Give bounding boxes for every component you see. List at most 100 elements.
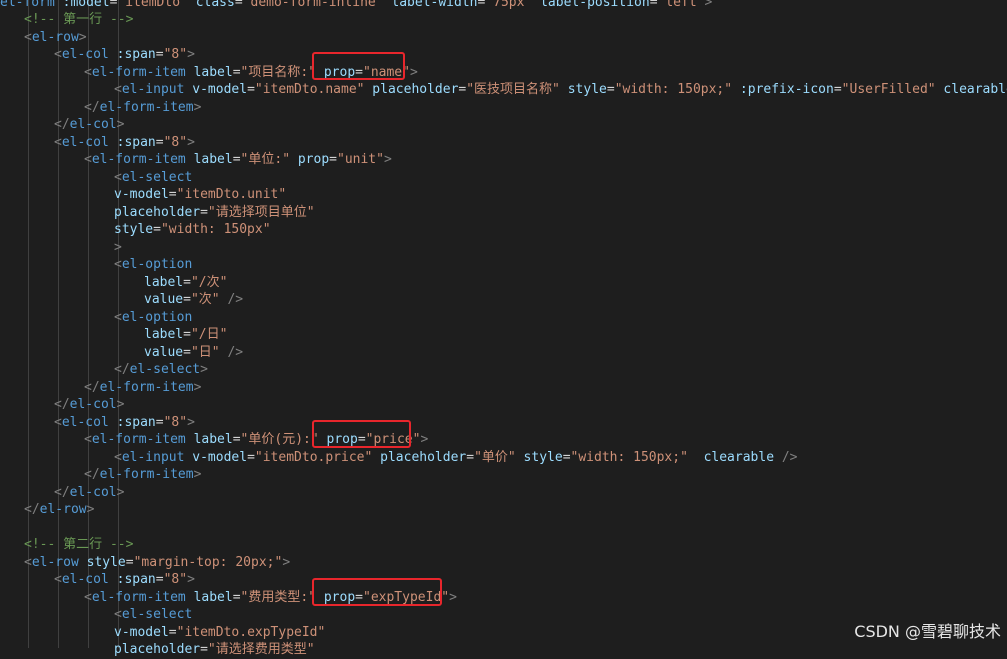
code-token: = <box>466 449 475 465</box>
code-token: < <box>54 47 62 62</box>
code-line[interactable]: </el-form-item> <box>84 99 201 117</box>
code-token: label <box>185 64 233 80</box>
code-token: < <box>114 82 122 97</box>
code-token: > <box>200 362 208 377</box>
code-token: "/次" <box>190 274 228 290</box>
code-line[interactable]: <!-- 第一行 --> <box>24 11 133 29</box>
code-line[interactable]: > <box>114 239 122 257</box>
code-token: < <box>54 134 62 150</box>
code-line[interactable]: <!-- 第二行 --> <box>24 536 133 554</box>
code-line[interactable]: <el-col :span="8"> <box>54 46 195 64</box>
code-token: < <box>54 572 62 587</box>
code-line[interactable]: <el-option <box>114 256 192 274</box>
code-token: "8" <box>163 47 188 62</box>
code-token: el-select <box>121 607 193 622</box>
code-line[interactable]: <el-select <box>114 169 192 187</box>
code-token: > <box>116 397 125 412</box>
code-token: "itemDto.expTypeId" <box>176 624 326 640</box>
code-token: "demo-form-inline" <box>242 0 384 10</box>
code-token: > <box>449 589 457 605</box>
code-token: > <box>116 484 125 500</box>
highlight-box-prop-price <box>312 420 411 448</box>
code-line[interactable]: label="/次" <box>144 274 227 292</box>
code-token: "单价(元):" <box>240 432 319 447</box>
code-token: < <box>114 607 122 622</box>
code-line[interactable]: </el-row> <box>24 501 94 519</box>
code-line[interactable]: <el-form-item label="单位:" prop="unit"> <box>84 151 392 169</box>
code-line[interactable]: label="/日" <box>144 326 227 344</box>
code-token: = <box>155 47 164 62</box>
code-token: <!-- 第一行 --> <box>24 12 134 27</box>
code-token: > <box>116 117 125 132</box>
code-line[interactable]: v-model="itemDto.expTypeId" <box>114 624 325 642</box>
code-line[interactable]: placeholder="请选择费用类型" <box>114 641 315 659</box>
code-token: label <box>185 589 233 605</box>
code-line[interactable]: style="width: 150px" <box>114 221 271 239</box>
code-line[interactable]: value="日" /> <box>144 344 243 362</box>
code-line[interactable]: </el-select> <box>114 361 208 379</box>
code-line[interactable]: <el-row> <box>24 29 87 47</box>
code-line[interactable]: value="次" /> <box>144 291 243 309</box>
code-token: = <box>247 449 255 465</box>
code-token: = <box>606 82 615 97</box>
code-token: style <box>515 449 563 465</box>
code-token: = <box>183 327 191 342</box>
code-line[interactable]: <el-option <box>114 309 192 327</box>
code-line[interactable]: <el-col :span="8"> <box>54 414 195 432</box>
code-line[interactable]: <el-input v-model="itemDto.name" placeho… <box>114 81 1007 99</box>
code-token: label <box>144 327 184 342</box>
code-token: placeholder <box>114 642 201 657</box>
code-token: prop <box>290 152 330 167</box>
code-token: = <box>232 589 241 605</box>
code-token: > <box>282 554 291 570</box>
code-line[interactable]: </el-form-item> <box>84 466 201 484</box>
code-token: "itemDto.price" <box>254 449 373 465</box>
code-line[interactable]: <el-row style="margin-top: 20px;"> <box>24 554 290 572</box>
code-token: "itemDto" <box>117 0 188 10</box>
code-line[interactable]: </el-col> <box>54 116 124 134</box>
code-token: /> <box>219 292 244 307</box>
code-token: </ <box>54 484 70 500</box>
code-token: placeholder <box>364 82 459 97</box>
code-token: < <box>84 589 92 605</box>
code-token: = <box>562 449 571 465</box>
code-line[interactable]: </el-col> <box>54 396 124 414</box>
code-token: "8" <box>163 572 188 587</box>
code-token: clearable <box>935 82 1007 97</box>
code-line[interactable]: el-form :model="itemDto" class="demo-for… <box>0 0 712 11</box>
code-token: "请选择项目单位" <box>207 204 315 220</box>
code-token: = <box>125 554 134 570</box>
code-token: > <box>86 502 95 517</box>
code-token: style <box>78 554 126 570</box>
code-token: "itemDto.name" <box>254 82 365 97</box>
code-token: <!-- 第二行 --> <box>24 537 134 552</box>
code-line[interactable]: <el-input v-model="itemDto.price" placeh… <box>114 449 798 467</box>
code-token: "itemDto.unit" <box>176 187 287 202</box>
code-token: > <box>78 29 87 45</box>
code-token: el-select <box>129 362 201 377</box>
code-token: v-model <box>114 624 169 640</box>
code-token: el-row <box>39 502 87 517</box>
code-line[interactable]: <el-select <box>114 606 192 624</box>
highlight-box-prop-name <box>312 52 405 80</box>
code-token: = <box>234 0 243 10</box>
code-token: </ <box>84 99 100 115</box>
code-line[interactable]: </el-form-item> <box>84 379 201 397</box>
code-line[interactable]: </el-col> <box>54 484 124 502</box>
code-token: :span <box>108 134 156 150</box>
code-line[interactable]: v-model="itemDto.unit" <box>114 186 286 204</box>
code-token: > <box>704 0 713 10</box>
code-token: value <box>144 292 184 307</box>
code-token: < <box>54 414 62 430</box>
code-line[interactable]: <el-col :span="8"> <box>54 571 195 589</box>
code-token: "width: 150px" <box>160 222 271 237</box>
code-line[interactable]: placeholder="请选择项目单位" <box>114 204 315 222</box>
code-editor[interactable]: el-form :model="itemDto" class="demo-for… <box>0 0 1007 657</box>
code-token: "unit" <box>337 152 384 167</box>
code-token: = <box>200 642 208 657</box>
code-token: = <box>168 187 177 202</box>
code-token: el-form-item <box>99 379 194 395</box>
code-token: > <box>187 572 195 587</box>
code-token: = <box>155 414 164 430</box>
code-line[interactable]: <el-col :span="8"> <box>54 134 195 152</box>
